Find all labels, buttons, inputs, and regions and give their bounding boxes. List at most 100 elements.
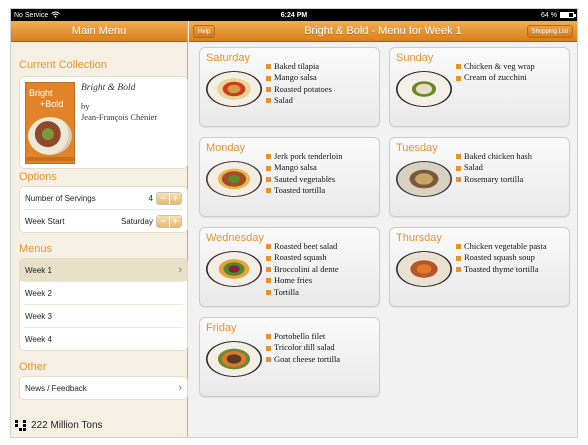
clock: 6:24 PM [280, 11, 308, 19]
day-name: Thursday [396, 232, 442, 244]
day-name: Sunday [396, 52, 434, 64]
cover-title-line1: Bright [29, 88, 53, 98]
day-card-friday[interactable]: Friday Portobello filet Tricolor dill sa… [199, 317, 380, 397]
meal-photo [206, 71, 262, 107]
menu-list-item: Cream of zucchini [456, 72, 535, 83]
book-cover-image: Bright +Bold [25, 82, 75, 164]
main-header: Help Bright & Bold - Menu for Week 1 Sho… [189, 21, 577, 42]
menu-list-item: Mango salsa [266, 72, 332, 83]
menu-list-item: Portobello filet [266, 331, 340, 342]
menu-item-week-2[interactable]: Week 2 [20, 282, 187, 304]
options-card: Number of Servings 4 − + Week Start Satu… [19, 186, 188, 233]
day-card-thursday[interactable]: Thursday Chicken vegetable pasta Roasted… [389, 227, 570, 307]
day-card-wednesday[interactable]: Wednesday Roasted beet salad Roasted squ… [199, 227, 380, 307]
shopping-list-button[interactable]: Shopping List [526, 25, 573, 38]
menu-list-item: Jerk pork tenderloin [266, 151, 342, 162]
menu-list-item: Mango salsa [266, 162, 342, 173]
week-start-label: Week Start [25, 216, 65, 226]
menu-list: Jerk pork tenderloin Mango salsa Sauted … [266, 151, 342, 197]
servings-label: Number of Servings [25, 193, 96, 203]
day-name: Saturday [206, 52, 251, 64]
menu-list-item: Roasted squash soup [456, 252, 547, 263]
menu-list-item: Chicken & veg wrap [456, 61, 535, 72]
collection-card[interactable]: Bright +Bold Bright & Bold by Jean-Franç… [19, 76, 188, 169]
news-feedback-item[interactable]: News / Feedback › [20, 377, 187, 399]
status-bar: No Service 6:24 PM 64 % [11, 9, 577, 21]
day-name: Tuesday [396, 142, 438, 154]
menu-list: Baked chicken hash Salad Rosemary tortil… [456, 151, 532, 185]
week-start-stepper[interactable]: − + [156, 214, 182, 228]
news-feedback-label: News / Feedback [25, 383, 87, 393]
menu-list-item: Tricolor dill salad [266, 342, 340, 353]
ipad-screen: No Service 6:24 PM 64 % Main Menu Curren… [10, 8, 578, 438]
menu-list: Baked tilapia Mango salsa Roasted potato… [266, 61, 332, 107]
week-start-increment-button[interactable]: + [169, 215, 181, 227]
week-start-decrement-button[interactable]: − [157, 215, 169, 227]
menu-item-week-1[interactable]: Week 1 › [20, 259, 187, 281]
menu-item-label: Week 3 [25, 311, 52, 321]
main-content: Help Bright & Bold - Menu for Week 1 Sho… [189, 21, 577, 437]
meal-photo [396, 161, 452, 197]
week-start-row: Week Start Saturday − + [20, 210, 187, 232]
meal-photo [206, 341, 262, 377]
menu-list-item: Toasted thyme tortilla [456, 264, 547, 275]
menu-item-label: Week 1 [25, 265, 52, 275]
menu-item-label: Week 2 [25, 288, 52, 298]
menu-list-item: Goat cheese tortilla [266, 354, 340, 365]
day-name: Wednesday [206, 232, 264, 244]
menu-item-week-4[interactable]: Week 4 [20, 328, 187, 350]
battery-icon [560, 12, 576, 18]
book-by: by [81, 101, 90, 112]
menu-list-item: Toasted tortilla [266, 185, 342, 196]
servings-stepper[interactable]: − + [156, 191, 182, 205]
week-start-value: Saturday [120, 216, 153, 226]
other-card: News / Feedback › [19, 376, 188, 400]
menu-list: Chicken & veg wrap Cream of zucchini [456, 61, 535, 84]
servings-value: 4 [148, 193, 153, 203]
cover-title-line2: +Bold [40, 99, 64, 109]
day-name: Monday [206, 142, 246, 154]
servings-decrement-button[interactable]: − [157, 192, 169, 204]
meal-photo [206, 161, 262, 197]
section-menus: Menus [19, 243, 53, 255]
menu-list: Portobello filet Tricolor dill salad Goa… [266, 331, 340, 365]
sidebar-header: Main Menu [11, 21, 187, 42]
menu-list-item: Chicken vegetable pasta [456, 241, 547, 252]
menu-item-week-3[interactable]: Week 3 [20, 305, 187, 327]
sidebar: Main Menu Current Collection Bright +Bol… [11, 21, 188, 437]
menu-list-item: Roasted beet salad [266, 241, 339, 252]
menu-list-item: Baked tilapia [266, 61, 332, 72]
section-other: Other [19, 361, 47, 373]
chevron-right-icon: › [178, 382, 182, 394]
meal-photo [396, 71, 452, 107]
menu-list-item: Tortilla [266, 287, 339, 298]
menu-list-item: Salad [266, 95, 332, 106]
section-options: Options [19, 171, 57, 183]
menu-list-item: Baked chicken hash [456, 151, 532, 162]
day-card-monday[interactable]: Monday Jerk pork tenderloin Mango salsa … [199, 137, 380, 217]
book-title: Bright & Bold [81, 83, 136, 93]
sidebar-footer[interactable]: 222 Million Tons [11, 413, 187, 437]
menus-card: Week 1 › Week 2 Week 3 Week 4 [19, 258, 188, 351]
page-title: Bright & Bold - Menu for Week 1 [304, 25, 462, 37]
menu-list-item: Sauted vegetables [266, 174, 342, 185]
footer-brand-text: 222 Million Tons [31, 419, 103, 431]
meal-photo [206, 251, 262, 287]
day-card-saturday[interactable]: Saturday Baked tilapia Mango salsa Roast… [199, 47, 380, 127]
chevron-right-icon: › [178, 264, 182, 276]
menu-list-item: Roasted potatoes [266, 84, 332, 95]
cover-band [26, 157, 74, 161]
menu-list-item: Roasted squash [266, 252, 339, 263]
menu-item-label: Week 4 [25, 334, 52, 344]
book-author: Jean-François Chénier [81, 112, 158, 123]
menu-list-item: Rosemary tortilla [456, 174, 532, 185]
day-name: Friday [206, 322, 237, 334]
menu-list-item: Salad [456, 162, 532, 173]
day-card-tuesday[interactable]: Tuesday Baked chicken hash Salad Rosemar… [389, 137, 570, 217]
menu-list: Chicken vegetable pasta Roasted squash s… [456, 241, 547, 275]
servings-increment-button[interactable]: + [169, 192, 181, 204]
day-card-sunday[interactable]: Sunday Chicken & veg wrap Cream of zucch… [389, 47, 570, 127]
cover-plate-image [28, 117, 72, 155]
servings-row: Number of Servings 4 − + [20, 187, 187, 209]
section-current-collection: Current Collection [19, 59, 108, 71]
